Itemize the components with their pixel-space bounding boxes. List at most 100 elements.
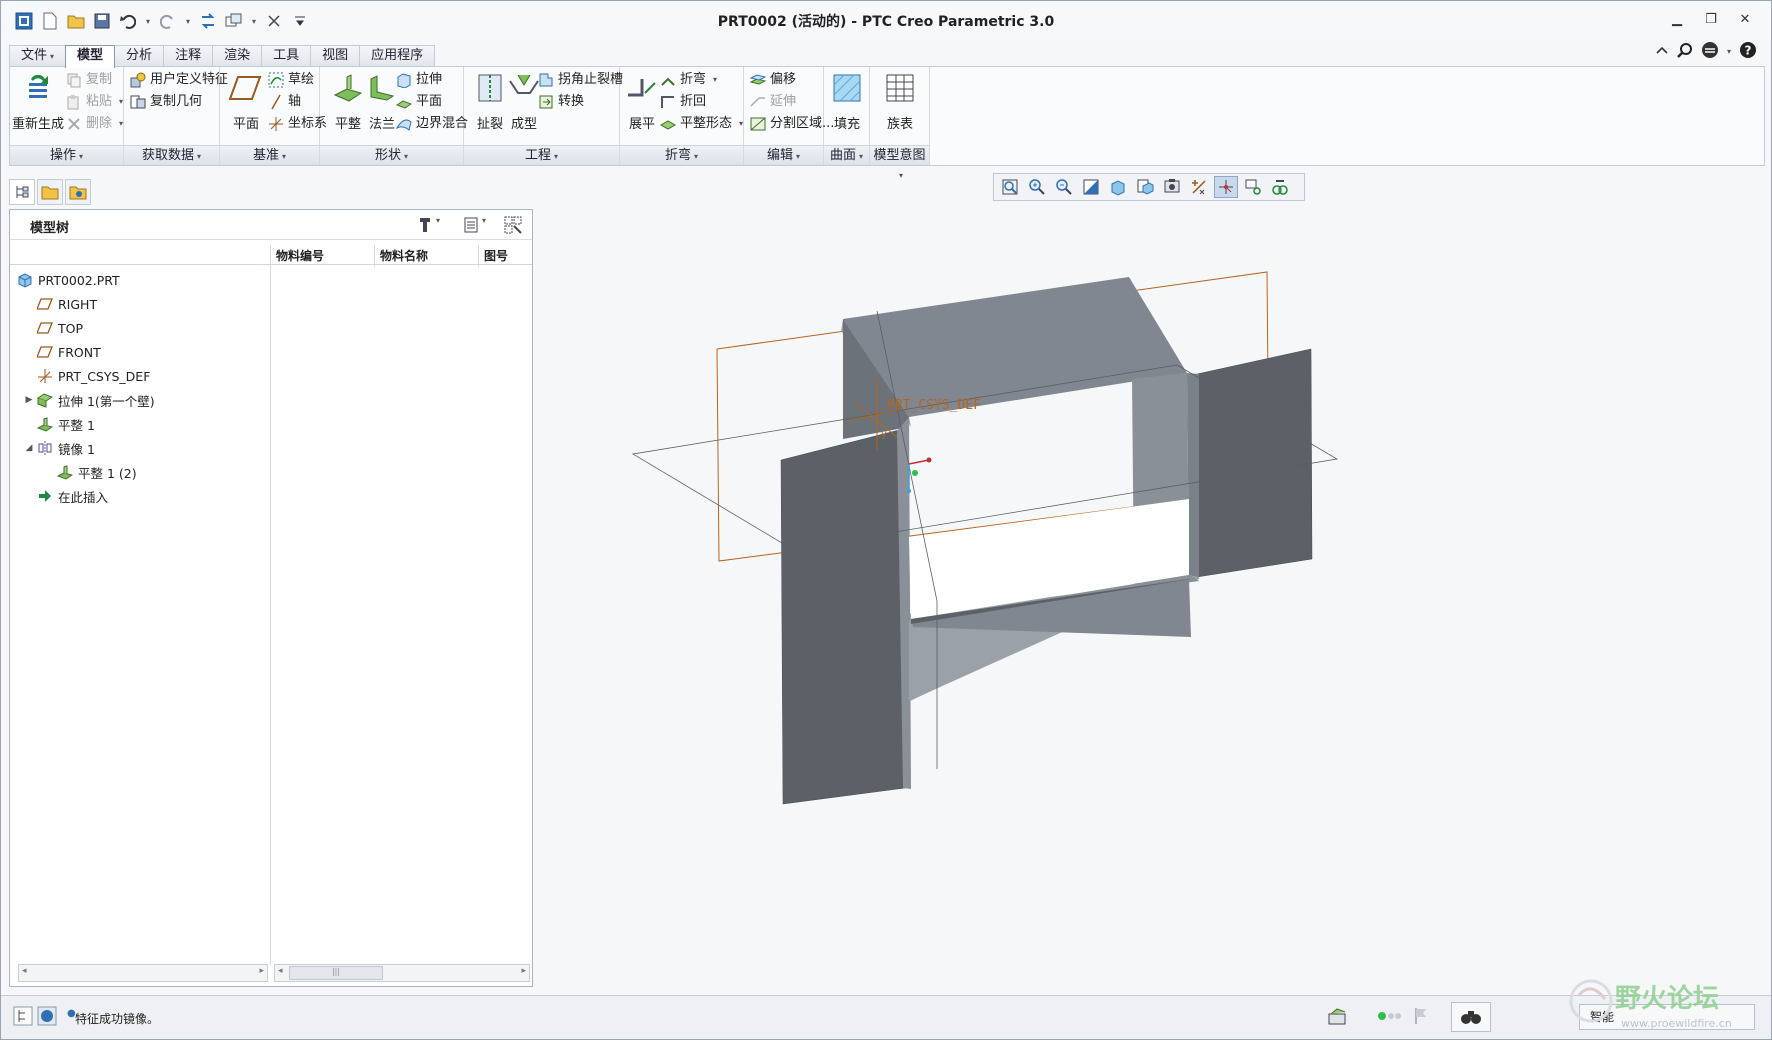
- csys-label[interactable]: PRT_CSYS_DEF: [887, 398, 981, 413]
- tree-item-flat-1-copy[interactable]: 平整 1 (2): [10, 460, 270, 484]
- settings-dropdown-icon[interactable]: ▾: [436, 216, 440, 225]
- folder-browser-tab[interactable]: [37, 179, 63, 205]
- tab-render[interactable]: 渲染: [212, 45, 263, 66]
- tree-horizontal-scrollbar[interactable]: ◂ ▸: [18, 964, 268, 982]
- settings-icon[interactable]: [416, 216, 434, 237]
- close-icon[interactable]: ✕: [1737, 11, 1753, 27]
- help-icon[interactable]: ?: [1739, 41, 1757, 62]
- community-icon[interactable]: [1701, 41, 1719, 62]
- tree-item-label: FRONT: [58, 344, 101, 360]
- find-button[interactable]: [1451, 1002, 1491, 1032]
- tab-applications[interactable]: 应用程序: [359, 45, 436, 66]
- copy-geometry-button[interactable]: 复制几何: [130, 91, 202, 113]
- scroll-right-icon[interactable]: ▸: [259, 966, 264, 976]
- bend-back-label: 折回: [680, 94, 707, 109]
- convert-button[interactable]: 转换: [538, 91, 584, 113]
- restore-icon[interactable]: ❐: [1703, 11, 1719, 27]
- group-footer-datum[interactable]: 基准 ▾: [220, 145, 319, 165]
- minimize-icon[interactable]: ▁: [1669, 11, 1685, 27]
- watermark-text: 野火论坛: [1615, 984, 1719, 1014]
- collapse-arrow-icon[interactable]: ◢: [22, 443, 36, 453]
- boundary-blend-button[interactable]: 边界混合: [396, 113, 468, 135]
- bend-back-button[interactable]: 折回: [660, 91, 706, 113]
- tree-item-front[interactable]: FRONT: [10, 340, 270, 364]
- group-footer-model-intent[interactable]: 模型意图▾: [870, 145, 929, 180]
- search-icon[interactable]: [1677, 42, 1693, 61]
- group-footer-bends[interactable]: 折弯 ▾: [620, 145, 743, 165]
- bend-back-icon: [661, 96, 674, 108]
- paste-label: 粘贴: [86, 94, 113, 109]
- tree-item-label: 平整 1: [58, 417, 95, 433]
- scroll-thumb[interactable]: |||: [289, 966, 383, 980]
- regenerate-status-icon[interactable]: [1327, 1006, 1349, 1031]
- tree-item-insert-here[interactable]: 在此插入: [10, 484, 270, 508]
- tree-columns-icon[interactable]: [504, 216, 522, 237]
- group-footer-surfaces[interactable]: 曲面 ▾: [824, 145, 869, 165]
- flag-icon[interactable]: [1413, 1006, 1429, 1029]
- csys-button[interactable]: 坐标系: [268, 113, 327, 135]
- left-flange[interactable]: [780, 428, 906, 805]
- sketch-button[interactable]: 草绘: [268, 69, 314, 91]
- scroll-right-icon[interactable]: ▸: [521, 966, 526, 976]
- corner-relief-button[interactable]: 拐角止裂槽: [538, 69, 623, 91]
- chevron-down-icon: ▾: [796, 152, 801, 161]
- favorites-tab[interactable]: [65, 179, 91, 205]
- navigator-toggle-icon[interactable]: [13, 1006, 33, 1029]
- group-footer-get-data[interactable]: 获取数据 ▾: [124, 145, 219, 165]
- graphics-area[interactable]: PRT_CSYS_DEF y: [537, 169, 1765, 987]
- tree-item-top[interactable]: TOP: [10, 316, 270, 340]
- scroll-left-icon[interactable]: ◂: [22, 966, 27, 976]
- expand-arrow-icon[interactable]: ▶: [22, 395, 36, 405]
- tree-item-label: PRT0002.PRT: [38, 272, 120, 288]
- minimize-ribbon-icon[interactable]: [1655, 43, 1669, 60]
- show-icon[interactable]: [462, 216, 480, 237]
- tree-item-csys[interactable]: PRT_CSYS_DEF: [10, 364, 270, 388]
- tree-item-part[interactable]: PRT0002.PRT: [10, 268, 270, 292]
- right-flange[interactable]: [1196, 348, 1313, 578]
- planar-button[interactable]: 平面: [396, 91, 442, 113]
- family-table-button[interactable]: 族表: [874, 71, 926, 132]
- fill-button[interactable]: 填充: [821, 71, 873, 132]
- extrude-button[interactable]: 拉伸: [396, 69, 442, 91]
- udf-button[interactable]: 用户定义特征: [130, 69, 228, 91]
- browser-toggle-icon[interactable]: [37, 1006, 57, 1029]
- tab-annotate[interactable]: 注释: [163, 45, 214, 66]
- columns-horizontal-scrollbar[interactable]: ◂ ||| ▸: [274, 964, 530, 982]
- boundary-blend-label: 边界混合: [416, 116, 469, 131]
- axis-button[interactable]: 轴: [268, 91, 301, 113]
- spin-center-x: [926, 457, 932, 463]
- tree-item-extrude[interactable]: ▶ 拉伸 1(第一个壁): [10, 388, 270, 412]
- delete-button[interactable]: 删除 ▾: [66, 113, 123, 135]
- tree-item-right[interactable]: RIGHT: [10, 292, 270, 316]
- tab-analysis[interactable]: 分析: [114, 45, 165, 66]
- copy-button[interactable]: 复制: [66, 69, 112, 91]
- scroll-left-icon[interactable]: ◂: [278, 966, 283, 976]
- group-footer-editing[interactable]: 编辑 ▾: [744, 145, 823, 165]
- bend-button[interactable]: 折弯 ▾: [660, 69, 717, 91]
- regenerate-button[interactable]: 重新生成: [12, 71, 64, 132]
- flat-pattern-button[interactable]: 平整形态 ▾: [660, 113, 743, 135]
- column-header-drawing-number[interactable]: 图号: [484, 247, 508, 264]
- datum-plane-icon: [36, 320, 54, 336]
- flat-wall-icon: [36, 416, 54, 432]
- udf-icon: [130, 72, 146, 88]
- tab-model[interactable]: 模型: [65, 45, 116, 68]
- paste-button[interactable]: 粘贴 ▾: [66, 91, 123, 113]
- tree-item-flat-1[interactable]: 平整 1: [10, 412, 270, 436]
- tab-view[interactable]: 视图: [310, 45, 361, 66]
- column-header-item-name[interactable]: 物料名称: [380, 247, 428, 264]
- column-header-item-number[interactable]: 物料编号: [276, 247, 324, 264]
- group-footer-engineering[interactable]: 工程 ▾: [464, 145, 619, 165]
- model-view[interactable]: PRT_CSYS_DEF y: [537, 169, 1765, 987]
- group-footer-shapes[interactable]: 形状 ▾: [320, 145, 463, 165]
- community-dropdown-icon[interactable]: ▾: [1727, 47, 1731, 56]
- offset-button[interactable]: 偏移: [750, 69, 796, 91]
- datum-plane-button[interactable]: 平面: [220, 71, 272, 132]
- group-footer-operations[interactable]: 操作 ▾: [10, 145, 123, 165]
- tree-item-mirror[interactable]: ◢ 镜像 1: [10, 436, 270, 460]
- show-dropdown-icon[interactable]: ▾: [482, 216, 486, 225]
- tab-file[interactable]: 文件 ▾: [9, 45, 67, 66]
- tab-tools[interactable]: 工具: [261, 45, 312, 66]
- model-tree-tab[interactable]: [9, 179, 35, 205]
- extend-button[interactable]: 延伸: [750, 91, 796, 113]
